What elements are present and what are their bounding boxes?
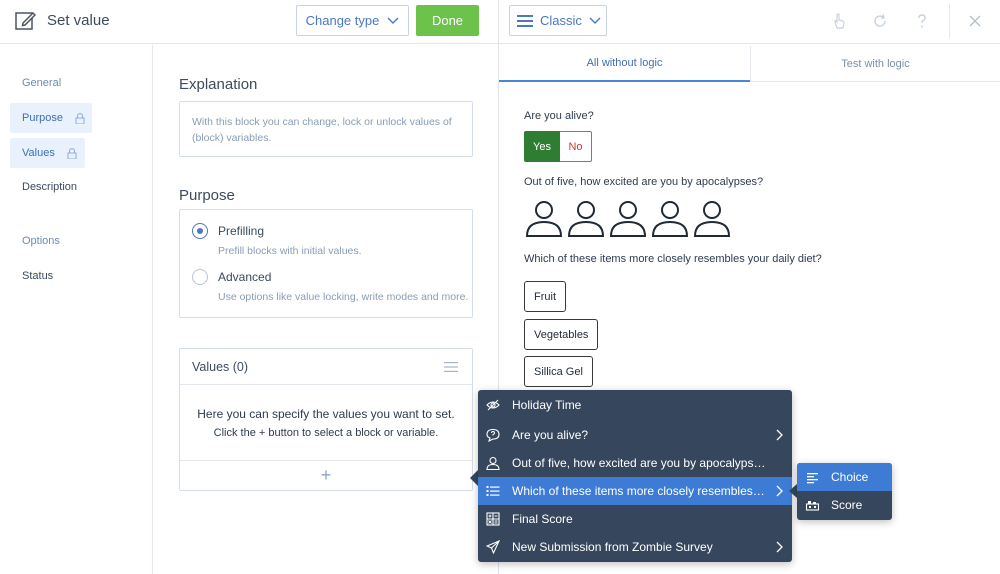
chevron-right-icon: [776, 429, 783, 441]
preview-mode-label: Classic: [540, 13, 582, 28]
editor-header: Set value Change type Done: [0, 0, 498, 44]
menu-item-label: Which of these items more closely resemb…: [512, 484, 767, 498]
advanced-title[interactable]: Advanced: [218, 270, 271, 284]
purpose-options: Prefilling Prefill blocks with initial v…: [179, 209, 473, 318]
no-button[interactable]: No: [560, 131, 592, 162]
explanation-title: Explanation: [179, 76, 258, 93]
prefilling-title[interactable]: Prefilling: [218, 224, 264, 238]
sidebar-item-purpose[interactable]: Purpose: [10, 103, 92, 133]
choice-fruit[interactable]: Fruit: [524, 281, 566, 312]
menu-item-new-submission[interactable]: New Submission from Zombie Survey: [478, 533, 792, 561]
question-excited: Out of five, how excited are you by apoc…: [524, 176, 764, 188]
menu-item-daily-diet[interactable]: Which of these items more closely resemb…: [478, 477, 792, 505]
list-icon: [486, 486, 500, 496]
menu-item-label: Are you alive?: [512, 428, 589, 442]
person-rating-icon[interactable]: [651, 199, 689, 237]
header-divider: [949, 4, 950, 38]
calculator-icon: [486, 512, 500, 526]
chevron-down-icon: [589, 17, 601, 24]
person-rating-icon[interactable]: [693, 199, 731, 237]
menu-caret: [470, 470, 478, 486]
values-empty-state: Here you can specify the values you want…: [180, 386, 472, 460]
submenu-item-label: Choice: [831, 470, 869, 484]
page-title: Set value: [47, 12, 110, 29]
sidebar-group-options: Options: [22, 235, 60, 247]
sidebar-item-description[interactable]: Description: [10, 172, 77, 202]
chevron-right-icon: [776, 485, 783, 497]
done-button[interactable]: Done: [416, 5, 479, 36]
question-diet: Which of these items more closely resemb…: [524, 253, 822, 265]
chevron-down-icon: [387, 17, 399, 24]
sidebar-item-label: Purpose: [22, 112, 63, 124]
explanation-box: With this block you can change, lock or …: [179, 101, 473, 157]
person-icon: [486, 456, 500, 470]
speech-bubble-icon: [486, 428, 500, 442]
sidebar-group-general: General: [22, 77, 62, 89]
advanced-radio[interactable]: [192, 269, 208, 285]
hand-pointer-icon[interactable]: [830, 12, 848, 30]
submenu-caret: [789, 484, 797, 498]
submenu-item-choice[interactable]: Choice: [797, 463, 892, 491]
choice-vegetables[interactable]: Vegetables: [524, 319, 599, 350]
values-header: Values (0): [180, 349, 472, 385]
change-type-button[interactable]: Change type: [296, 5, 409, 36]
sidebar-item-label: Values: [22, 147, 55, 159]
menu-item-excited[interactable]: Out of five, how excited are you by apoc…: [478, 449, 792, 477]
sidebar: General Purpose Values Description Optio…: [0, 45, 153, 574]
layout-icon: [517, 14, 533, 27]
plus-icon: +: [320, 465, 332, 485]
sidebar-item-values[interactable]: Values: [10, 138, 85, 168]
values-box: Values (0) Here you can specify the valu…: [179, 348, 473, 491]
change-type-label: Change type: [305, 13, 380, 28]
tab-all-without-logic[interactable]: All without logic: [499, 46, 750, 82]
close-icon[interactable]: [966, 12, 984, 30]
explanation-text: With this block you can change, lock or …: [192, 116, 452, 144]
menu-item-are-you-alive[interactable]: Are you alive?: [478, 421, 792, 449]
lock-icon: [75, 112, 85, 124]
score-icon: [806, 500, 819, 511]
submenu-item-label: Score: [831, 498, 863, 512]
values-title: Values (0): [192, 360, 249, 374]
hamburger-icon[interactable]: [444, 362, 458, 372]
refresh-icon[interactable]: [871, 12, 889, 30]
purpose-title: Purpose: [179, 187, 235, 204]
sidebar-item-status[interactable]: Status: [10, 261, 53, 291]
menu-item-holiday-time[interactable]: Holiday Time: [478, 391, 792, 419]
paper-plane-icon: [486, 540, 500, 554]
person-rating-icon[interactable]: [525, 199, 563, 237]
yes-no-control: Yes No: [524, 131, 592, 162]
chevron-right-icon: [776, 541, 783, 553]
values-empty-line1: Here you can specify the values you want…: [197, 407, 455, 421]
tab-test-with-logic[interactable]: Test with logic: [750, 46, 1000, 82]
block-picker-menu: Holiday Time Are you alive? Out of five,…: [478, 390, 792, 562]
preview-mode-select[interactable]: Classic: [509, 5, 607, 36]
person-rating-icon[interactable]: [567, 199, 605, 237]
person-rating-icon[interactable]: [609, 199, 647, 237]
edit-icon: [15, 11, 36, 30]
variable-submenu: Choice Score: [797, 463, 892, 520]
question-alive: Are you alive?: [524, 110, 594, 122]
prefilling-desc: Prefill blocks with initial values.: [218, 245, 362, 257]
sidebar-item-label: Description: [22, 181, 78, 193]
menu-item-label: Final Score: [512, 512, 573, 526]
add-value-button[interactable]: +: [180, 460, 472, 490]
yes-button[interactable]: Yes: [524, 131, 560, 162]
preview-header: Classic: [499, 0, 1000, 44]
menu-item-final-score[interactable]: Final Score: [478, 505, 792, 533]
values-empty-line2: Click the + button to select a block or …: [213, 427, 439, 439]
submenu-item-score[interactable]: Score: [797, 491, 892, 519]
menu-item-label: Out of five, how excited are you by apoc…: [512, 456, 767, 470]
eye-slash-icon: [486, 399, 500, 411]
advanced-desc: Use options like value locking, write mo…: [218, 291, 469, 303]
lock-icon: [67, 147, 77, 159]
sidebar-item-label: Status: [22, 270, 54, 282]
lines-icon: [807, 472, 818, 483]
prefilling-radio[interactable]: [192, 223, 208, 239]
menu-item-label: Holiday Time: [512, 398, 582, 412]
help-icon[interactable]: [913, 12, 931, 30]
menu-item-label: New Submission from Zombie Survey: [512, 540, 713, 554]
choice-sillica-gel[interactable]: Sillica Gel: [524, 356, 593, 387]
